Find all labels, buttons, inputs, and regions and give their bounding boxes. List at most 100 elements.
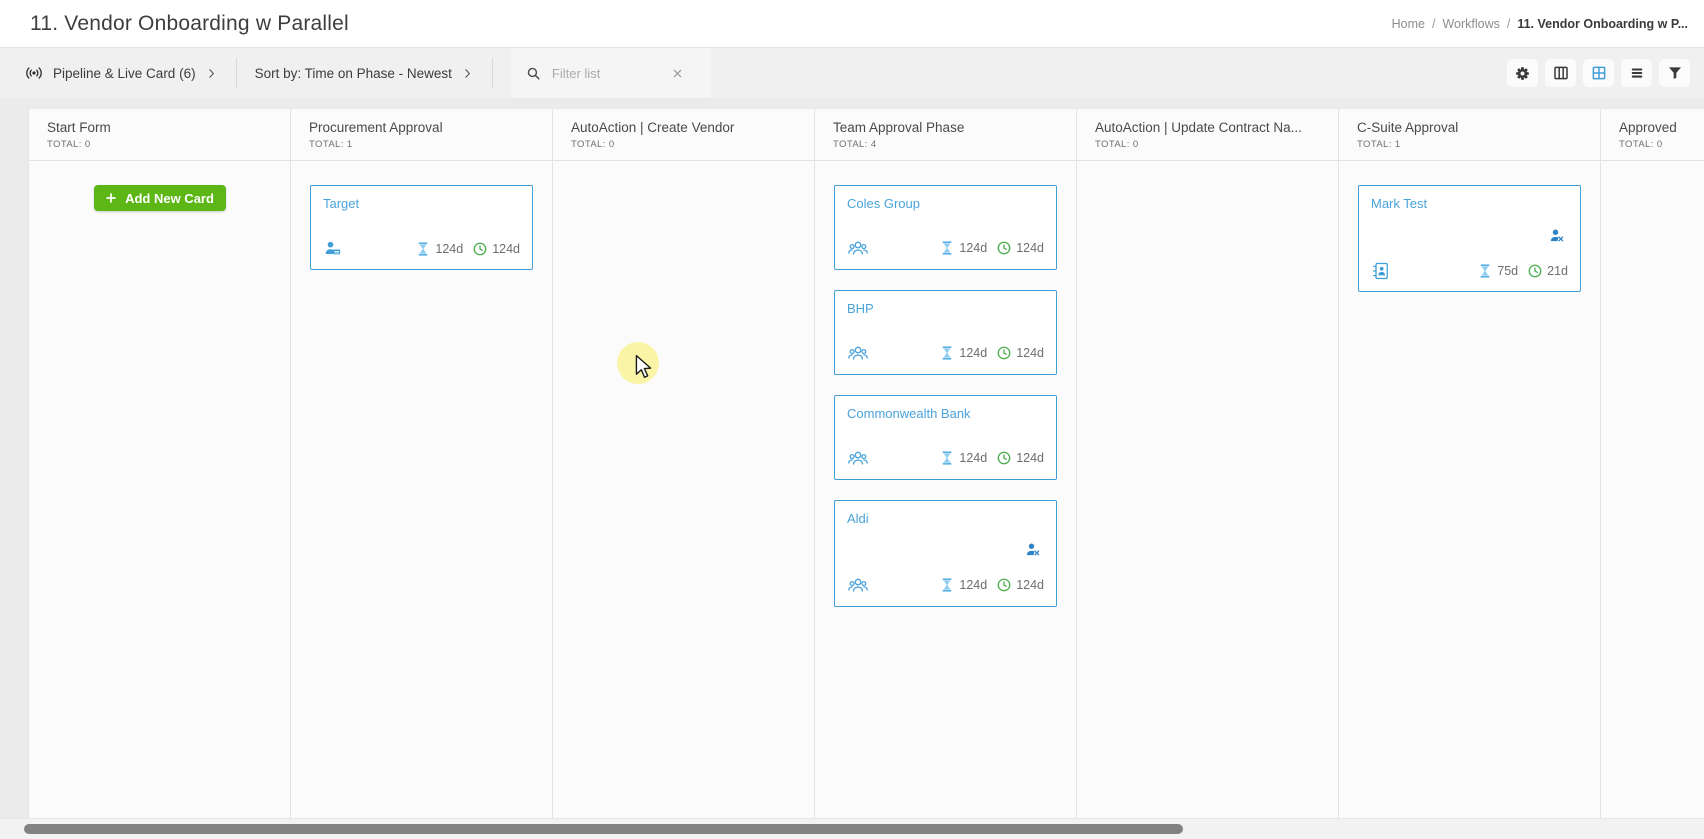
card-badges xyxy=(847,526,1044,574)
pipeline-view-label: Pipeline & Live Card (6) xyxy=(53,66,196,81)
card-bhp[interactable]: BHP xyxy=(834,290,1057,375)
sort-selector[interactable]: Sort by: Time on Phase - Newest xyxy=(255,66,474,81)
column-total: TOTAL: 1 xyxy=(1357,139,1590,150)
hourglass-icon xyxy=(415,241,431,257)
kanban-board: Start Form TOTAL: 0 Add New Card P xyxy=(0,98,1704,818)
add-new-card-label: Add New Card xyxy=(125,191,214,206)
group-icon xyxy=(847,237,869,259)
column-header: Team Approval Phase TOTAL: 4 xyxy=(815,109,1076,161)
toolbar-divider xyxy=(492,58,493,88)
column-body xyxy=(1601,161,1704,818)
time-on-phase: 124d xyxy=(959,346,987,360)
pipeline-view-selector[interactable]: Pipeline & Live Card (6) xyxy=(24,63,218,83)
column-body xyxy=(1077,161,1338,818)
card-aldi[interactable]: Aldi xyxy=(834,500,1057,607)
user-settings-icon xyxy=(1024,541,1042,559)
app-header: 11. Vendor Onboarding w Parallel Home / … xyxy=(0,0,1704,48)
column-header: AutoAction | Update Contract Na... TOTAL… xyxy=(1077,109,1338,161)
hourglass-icon xyxy=(1477,263,1493,279)
total-time: 124d xyxy=(1016,346,1044,360)
column-title: Team Approval Phase xyxy=(833,120,1066,135)
card-coles-group[interactable]: Coles Group xyxy=(834,185,1057,270)
group-icon xyxy=(847,574,869,596)
column-body: Mark Test xyxy=(1339,161,1600,818)
total-time: 124d xyxy=(1016,451,1044,465)
column-title: AutoAction | Create Vendor xyxy=(571,120,804,135)
add-new-card-button[interactable]: Add New Card xyxy=(94,185,226,211)
hourglass-icon xyxy=(939,450,955,466)
funnel-icon xyxy=(1666,64,1684,82)
column-total: TOTAL: 4 xyxy=(833,139,1066,150)
broadcast-icon xyxy=(24,63,44,83)
breadcrumb-separator: / xyxy=(1507,17,1510,31)
page-title: 11. Vendor Onboarding w Parallel xyxy=(30,12,349,36)
user-settings-icon xyxy=(1548,227,1566,245)
breadcrumb-home[interactable]: Home xyxy=(1392,17,1425,31)
column-total: TOTAL: 0 xyxy=(1095,139,1328,150)
breadcrumb: Home / Workflows / 11. Vendor Onboarding… xyxy=(1392,17,1688,31)
card-title: BHP xyxy=(847,301,1044,316)
grid-view-button[interactable] xyxy=(1583,59,1614,87)
time-on-phase: 124d xyxy=(435,242,463,256)
column-team-approval-phase: Team Approval Phase TOTAL: 4 Coles Group xyxy=(815,109,1077,818)
time-on-phase: 124d xyxy=(959,578,987,592)
total-time: 124d xyxy=(492,242,520,256)
column-title: C-Suite Approval xyxy=(1357,120,1590,135)
column-header: Approved TOTAL: 0 xyxy=(1601,109,1704,161)
column-total: TOTAL: 0 xyxy=(571,139,804,150)
clock-icon xyxy=(472,241,488,257)
filter-view-button[interactable] xyxy=(1659,59,1690,87)
clock-icon xyxy=(996,577,1012,593)
breadcrumb-current: 11. Vendor Onboarding w P... xyxy=(1517,17,1688,31)
card-badges xyxy=(1371,211,1568,261)
card-commonwealth-bank[interactable]: Commonwealth Bank xyxy=(834,395,1057,480)
toolbar-divider xyxy=(236,58,237,88)
search-icon xyxy=(525,65,542,82)
column-header: C-Suite Approval TOTAL: 1 xyxy=(1339,109,1600,161)
horizontal-scrollbar-track[interactable] xyxy=(0,818,1704,839)
filter-input[interactable] xyxy=(552,66,662,81)
column-autoaction-create-vendor: AutoAction | Create Vendor TOTAL: 0 xyxy=(553,109,815,818)
card-title: Aldi xyxy=(847,511,1044,526)
card-title: Mark Test xyxy=(1371,196,1568,211)
column-header: AutoAction | Create Vendor TOTAL: 0 xyxy=(553,109,814,161)
column-body: Target xyxy=(291,161,552,818)
card-mark-test[interactable]: Mark Test xyxy=(1358,185,1581,292)
contact-book-icon xyxy=(1371,261,1391,281)
column-title: Procurement Approval xyxy=(309,120,542,135)
kanban-columns: Start Form TOTAL: 0 Add New Card P xyxy=(28,108,1704,818)
card-footer: 124d 124d xyxy=(847,447,1044,469)
card-footer: 75d 21d xyxy=(1371,261,1568,281)
column-total: TOTAL: 0 xyxy=(1619,139,1704,150)
column-approved: Approved TOTAL: 0 xyxy=(1601,109,1704,818)
column-title: AutoAction | Update Contract Na... xyxy=(1095,120,1328,135)
horizontal-scrollbar-thumb[interactable] xyxy=(24,824,1183,834)
column-body: Coles Group xyxy=(815,161,1076,818)
hourglass-icon xyxy=(939,345,955,361)
group-icon xyxy=(847,342,869,364)
column-view-button[interactable] xyxy=(1545,59,1576,87)
card-footer: 124d 124d xyxy=(323,239,520,259)
column-procurement-approval: Procurement Approval TOTAL: 1 Target xyxy=(291,109,553,818)
clock-icon xyxy=(996,345,1012,361)
plus-icon xyxy=(105,192,117,204)
clock-icon xyxy=(1527,263,1543,279)
chevron-right-icon xyxy=(461,67,474,80)
chevron-right-icon xyxy=(205,67,218,80)
time-on-phase: 124d xyxy=(959,241,987,255)
user-badge-icon xyxy=(323,239,343,259)
card-footer: 124d 124d xyxy=(847,342,1044,364)
time-on-phase: 75d xyxy=(1497,264,1518,278)
total-time: 124d xyxy=(1016,578,1044,592)
card-target[interactable]: Target xyxy=(310,185,533,270)
breadcrumb-workflows[interactable]: Workflows xyxy=(1442,17,1499,31)
column-total: TOTAL: 1 xyxy=(309,139,542,150)
sort-label: Sort by: Time on Phase - Newest xyxy=(255,66,452,81)
gear-icon xyxy=(1513,64,1532,83)
hourglass-icon xyxy=(939,577,955,593)
column-body xyxy=(553,161,814,818)
card-footer: 124d 124d xyxy=(847,574,1044,596)
list-view-button[interactable] xyxy=(1621,59,1652,87)
clear-filter-icon[interactable] xyxy=(672,68,683,79)
settings-button[interactable] xyxy=(1507,59,1538,87)
